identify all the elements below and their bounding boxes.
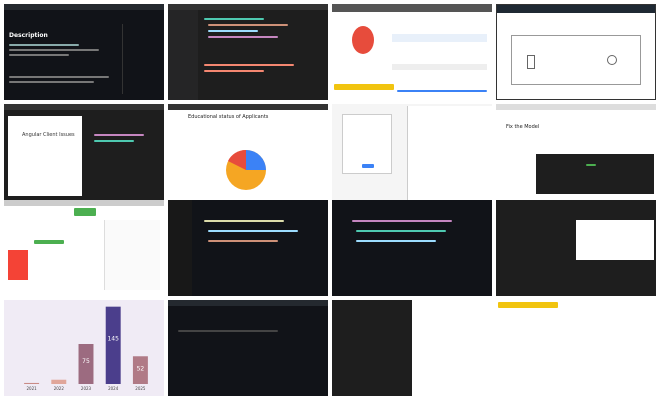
preview-pane [8,116,82,196]
data-label: 145 [107,336,119,343]
input-field[interactable] [392,64,487,70]
bar-chart: 2021 2022 2023 75 2024 145 2025 52 [24,306,148,391]
code-line [204,18,264,20]
red-block [8,250,28,280]
sidebar [122,24,160,94]
tile-table-view[interactable] [496,200,656,296]
text-line [9,44,79,46]
code-line [356,240,436,242]
side-panel [104,220,160,290]
avatar-icon [352,26,374,54]
page-title: Angular Client Issues [22,132,75,138]
tile-angular-issues[interactable]: Angular Client Issues [4,104,164,200]
description-heading: Description [9,32,48,39]
code-line [208,36,278,38]
tile-devtools[interactable] [332,104,492,200]
x-tick-label: 2021 [27,386,38,391]
tile-code-editor-1[interactable] [168,4,328,100]
code-line [208,24,288,26]
code-pane [332,300,412,396]
data-label: 52 [137,365,145,372]
yellow-button-row[interactable] [334,84,394,90]
bar-2021 [24,382,40,384]
file-explorer [168,200,192,296]
modal-button[interactable] [362,164,374,168]
highlight [586,164,596,166]
code-line [204,220,284,222]
code-line [208,30,258,32]
tile-bar-chart[interactable]: 2021 2022 2023 75 2024 145 2025 52 [4,300,164,396]
devtools-panel [407,106,492,200]
widget [607,55,617,65]
pie-chart [226,149,266,190]
window-titlebar [497,5,655,13]
x-tick-label: 2024 [108,386,119,391]
x-tick-label: 2022 [54,386,65,391]
text-line [9,54,69,56]
browser-bar [4,200,164,206]
code-line [208,240,278,242]
tile-form-view[interactable] [496,300,656,396]
window-titlebar [4,104,164,110]
input-field[interactable] [392,34,487,42]
bar-2024 [105,306,121,384]
code-line [208,230,298,232]
code-line [356,230,446,232]
table [576,220,654,260]
browser-bar [168,300,328,306]
tab-line [397,90,487,92]
status-bar [34,240,64,244]
x-tick-label: 2023 [81,386,92,391]
tile-form-app[interactable] [332,4,492,100]
tile-code-editor-3[interactable] [332,200,492,296]
code-line [94,134,144,136]
text-line [9,76,109,78]
tile-pie-chart[interactable]: Educational status of Applicants [168,104,328,200]
code-line [204,70,264,72]
tile-dialog[interactable] [496,4,656,100]
app-toolbar [332,4,492,12]
yellow-button-row[interactable] [498,302,558,308]
browser-bar [4,4,164,10]
tile-fix-model[interactable]: Fix the Model [496,104,656,200]
text-line [9,49,99,51]
tile-split-view[interactable] [332,300,492,396]
code-line [204,64,294,66]
green-button[interactable] [74,208,96,216]
code-line [352,220,452,222]
browser-bar [496,104,656,110]
tile-dashboard[interactable] [4,200,164,296]
text-line [9,81,94,83]
tile-github-repo[interactable] [168,300,328,396]
text-line [178,330,278,332]
tile-code-editor-2[interactable] [168,200,328,296]
file-explorer [168,10,198,100]
tile-github-issue[interactable]: Description [4,4,164,100]
bar-2022 [51,379,67,384]
widget [527,55,535,69]
pie-slice [246,150,266,170]
code-line [94,140,134,142]
terminal [536,154,654,194]
data-label: 75 [82,358,90,365]
x-tick-label: 2025 [135,386,146,391]
page-title: Fix the Model [506,124,540,130]
screenshot-grid: Description Angular Client Issues Educat… [0,0,656,400]
